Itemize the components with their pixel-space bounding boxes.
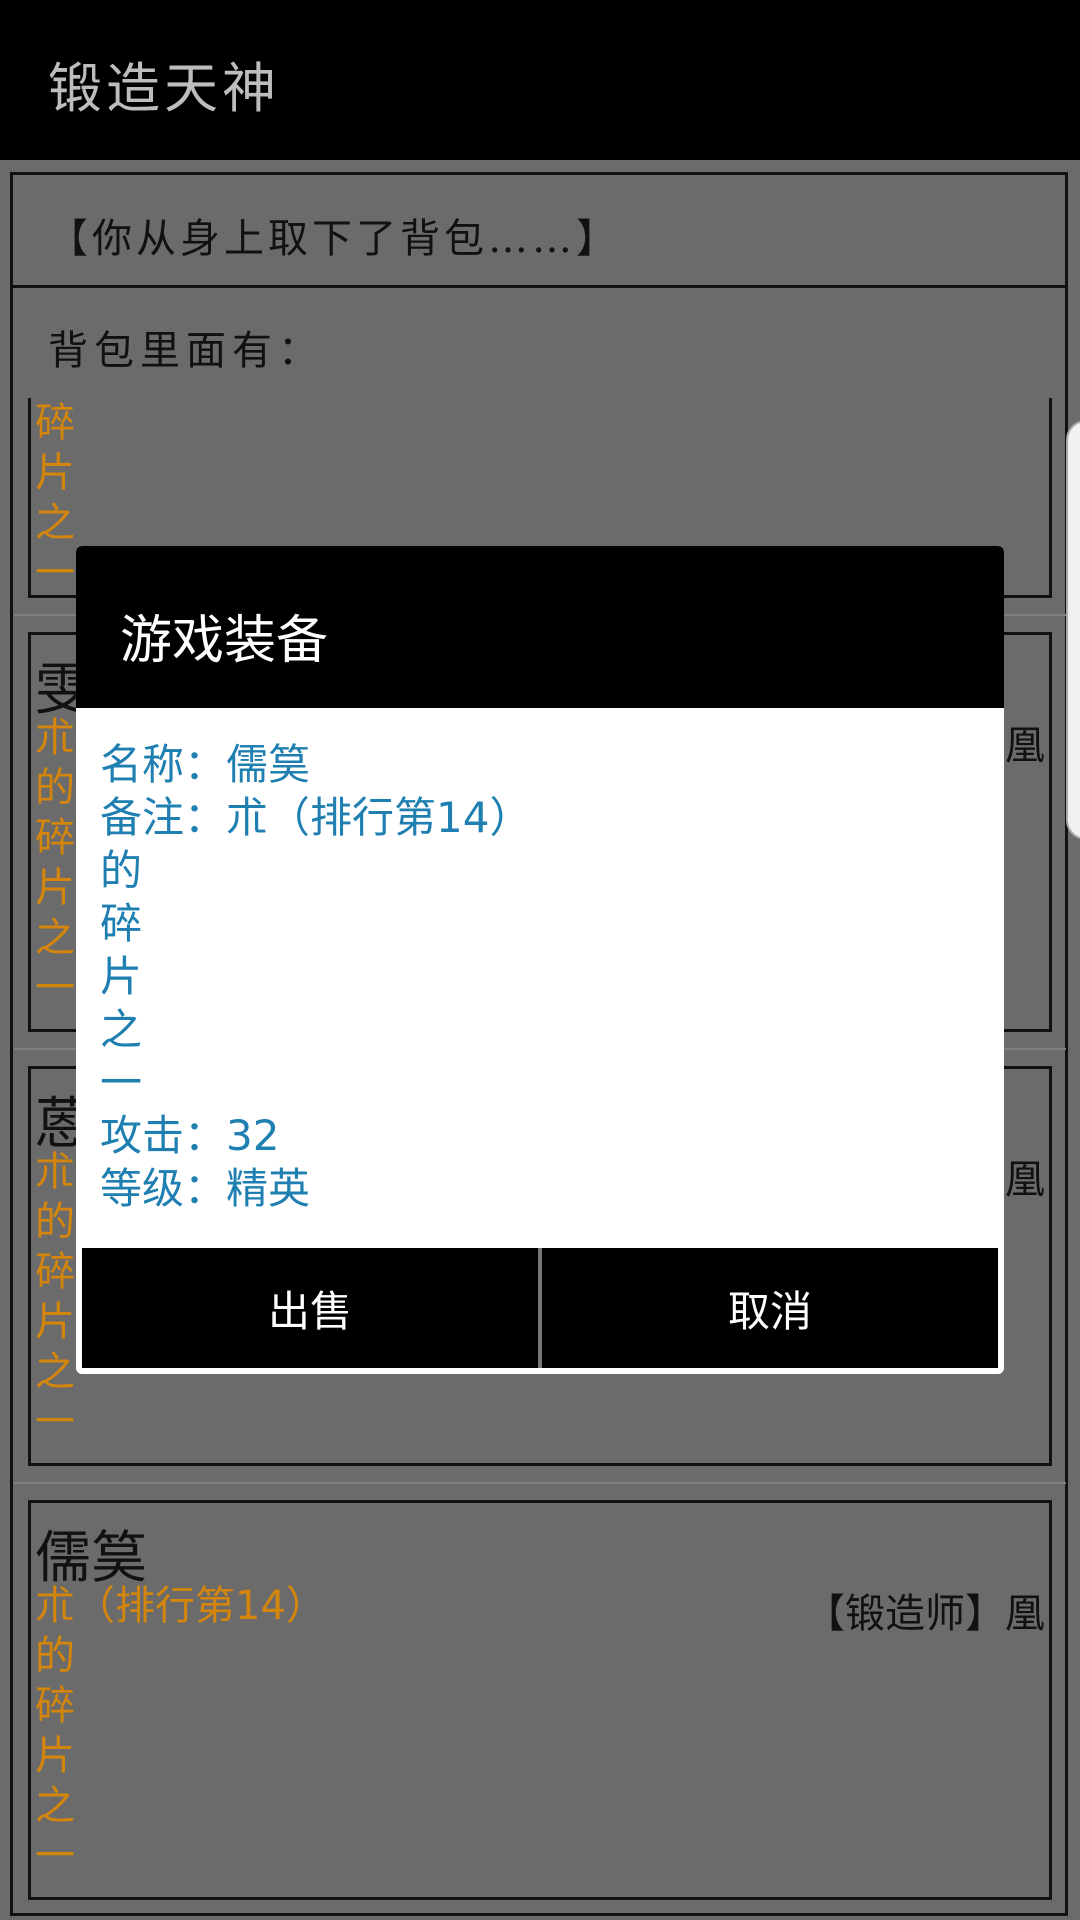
note-char: 之 <box>100 1005 143 1054</box>
desc-char: 一 <box>35 550 75 596</box>
desc-char: 的 <box>35 1199 75 1245</box>
app-title: 锻造天神 <box>48 57 280 120</box>
item-attack-line: 攻击：32 <box>100 1111 280 1160</box>
desc-char: 一 <box>35 1833 75 1879</box>
note-char: 的 <box>100 846 143 895</box>
message-text: 【你从身上取下了背包……】 <box>48 216 620 262</box>
desc-char: 碎 <box>35 1683 75 1729</box>
desc-first: 朮 <box>35 715 75 761</box>
desc-char: 之 <box>35 1783 75 1829</box>
desc-char: 碎 <box>35 815 75 861</box>
cancel-button[interactable]: 取消 <box>542 1248 998 1368</box>
sell-button[interactable]: 出售 <box>82 1248 538 1368</box>
desc-char: 的 <box>35 765 75 811</box>
item-name-line: 名称：儒筽 <box>100 740 311 789</box>
item-level-line: 等级：精英 <box>100 1164 311 1213</box>
note-char: 片 <box>100 952 143 1001</box>
desc-char: 碎 <box>35 1249 75 1295</box>
item-desc: 碎 片 之 一 <box>35 398 75 598</box>
desc-char: 之 <box>35 915 75 961</box>
note-char: 一 <box>100 1058 143 1107</box>
message-row: 【你从身上取下了背包……】 <box>10 172 1068 288</box>
desc-char: 片 <box>35 865 75 911</box>
desc-first: 朮 <box>35 1149 75 1195</box>
bag-item-card[interactable]: 儒筽 朮（排行第14） 的 碎 片 之 一 【锻造师】凰 <box>28 1500 1052 1900</box>
desc-char: 一 <box>35 965 75 1011</box>
desc-char: 片 <box>35 1299 75 1345</box>
desc-char: 之 <box>35 500 75 546</box>
item-maker: 凰 <box>1005 1157 1045 1203</box>
desc-char: 之 <box>35 1349 75 1395</box>
item-desc: 朮 的 碎 片 之 一 <box>35 1147 75 1447</box>
bag-label: 背包里面有： <box>48 328 324 374</box>
desc-char: 碎 <box>35 400 75 446</box>
desc-char: 一 <box>35 1399 75 1445</box>
desc-first: 朮（排行第14） <box>35 1583 326 1629</box>
item-note-line: 备注：朮（排行第14） <box>100 793 532 842</box>
desc-char: 的 <box>35 1633 75 1679</box>
item-desc: 朮（排行第14） 的 碎 片 之 一 <box>35 1581 326 1881</box>
equipment-dialog: 游戏装备 名称：儒筽 备注：朮（排行第14） 的 碎 片 之 一 攻击：32 等… <box>76 546 1004 1374</box>
dialog-title: 游戏装备 <box>120 611 329 671</box>
dialog-body: 名称：儒筽 备注：朮（排行第14） 的 碎 片 之 一 攻击：32 等级：精英 <box>100 738 531 1215</box>
dialog-header: 游戏装备 <box>76 546 1004 708</box>
edge-panel-handle[interactable] <box>1066 420 1080 840</box>
note-char: 碎 <box>100 899 143 948</box>
desc-char: 片 <box>35 450 75 496</box>
divider <box>14 1482 1066 1484</box>
item-maker: 【锻造师】凰 <box>805 1591 1045 1637</box>
dialog-buttons: 出售 取消 <box>82 1248 998 1368</box>
desc-char: 片 <box>35 1733 75 1779</box>
app-bar: 锻造天神 <box>0 0 1080 160</box>
item-desc: 朮 的 碎 片 之 一 <box>35 713 75 1013</box>
item-maker: 凰 <box>1005 723 1045 769</box>
